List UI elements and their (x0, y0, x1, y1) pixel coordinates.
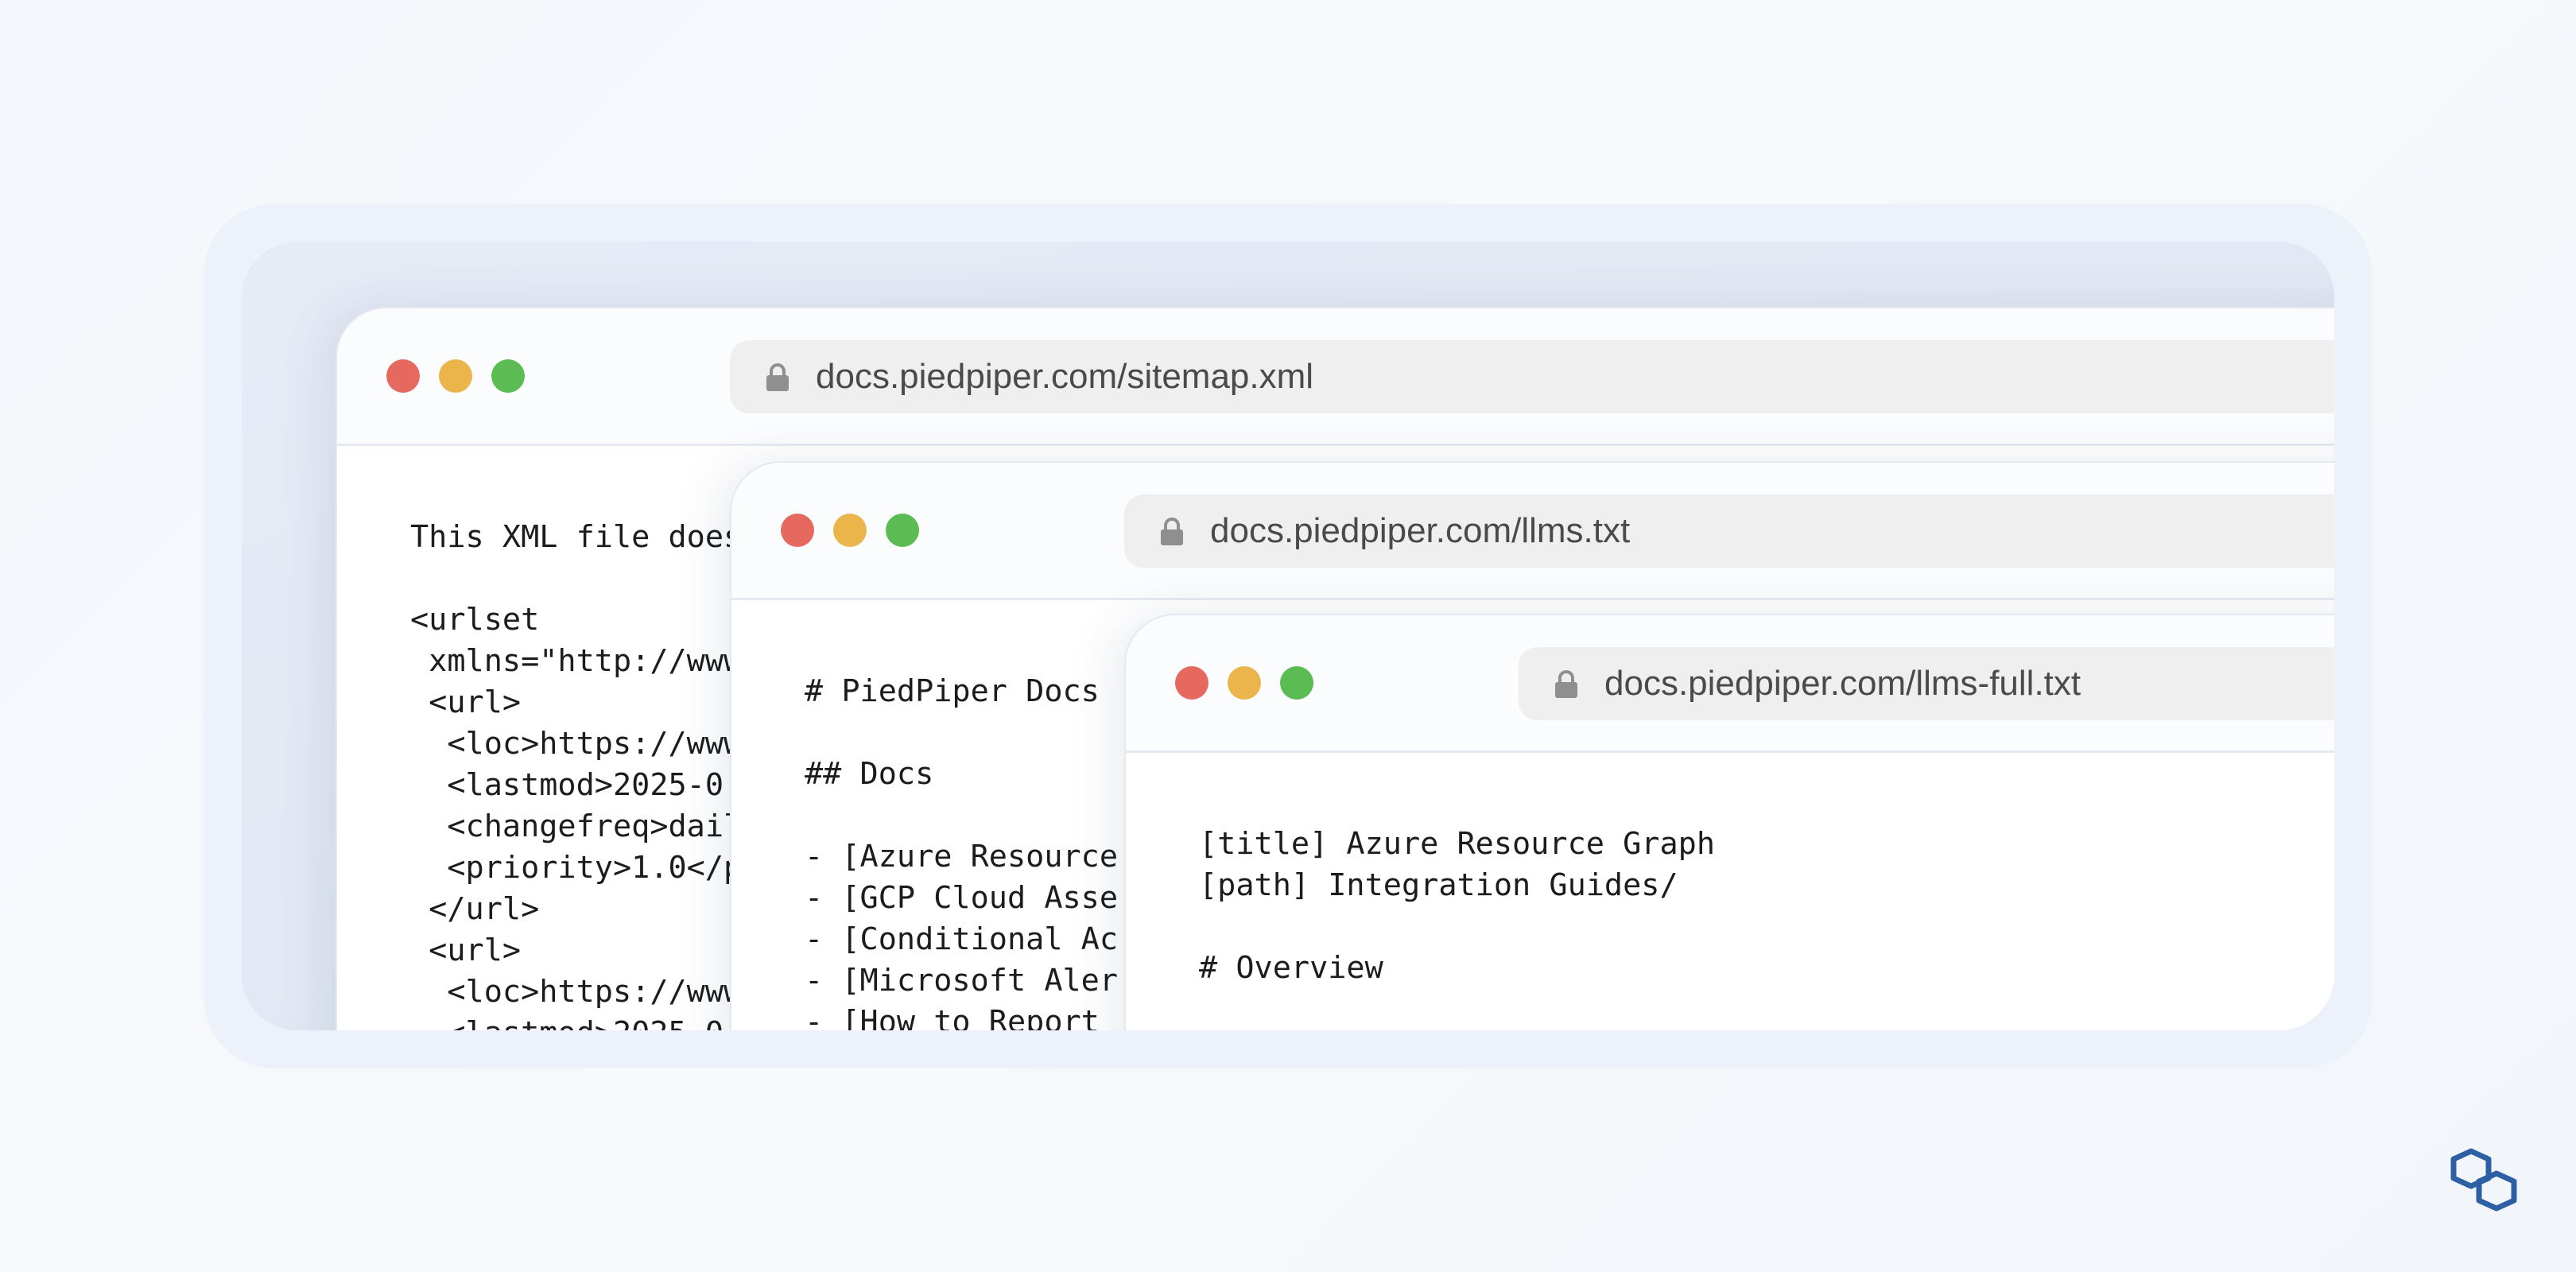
content-line: [title] Azure Resource Graph (1199, 826, 1716, 862)
lock-icon (1161, 518, 1183, 545)
address-bar[interactable]: docs.piedpiper.com/llms-full.txt (1519, 647, 2334, 720)
address-bar-url: docs.piedpiper.com/sitemap.xml (816, 357, 1314, 396)
minimize-window-button[interactable] (1228, 666, 1261, 700)
window-titlebar: docs.piedpiper.com/llms-full.txt (1126, 615, 2334, 753)
content-line: # Overview (1199, 950, 1383, 986)
maximize-window-button[interactable] (491, 359, 525, 393)
address-bar[interactable]: docs.piedpiper.com/sitemap.xml (730, 340, 2334, 413)
browser-window-llms-full: docs.piedpiper.com/llms-full.txt [title]… (1124, 614, 2334, 1030)
maximize-window-button[interactable] (886, 514, 919, 547)
close-window-button[interactable] (781, 514, 814, 547)
close-window-button[interactable] (1175, 666, 1208, 700)
content-line: [path] Integration Guides/ (1199, 867, 1678, 903)
close-window-button[interactable] (386, 359, 420, 393)
minimize-window-button[interactable] (439, 359, 472, 393)
address-bar-url: docs.piedpiper.com/llms-full.txt (1604, 664, 2081, 703)
content-line (1199, 906, 2334, 948)
page-content: [title] Azure Resource Graph [path] Integ… (1199, 824, 2334, 1030)
minimize-window-button[interactable] (833, 514, 867, 547)
address-bar[interactable]: docs.piedpiper.com/llms.txt (1124, 494, 2334, 568)
browser-stack-frame: docs.piedpiper.com/sitemap.xml This XML … (242, 242, 2334, 1030)
window-titlebar: docs.piedpiper.com/llms.txt (731, 463, 2334, 600)
lock-icon (1555, 670, 1577, 698)
window-titlebar: docs.piedpiper.com/sitemap.xml (337, 308, 2334, 446)
maximize-window-button[interactable] (1280, 666, 1313, 700)
address-bar-url: docs.piedpiper.com/llms.txt (1210, 511, 1631, 550)
lock-icon (766, 363, 789, 391)
brand-logo-icon (2450, 1148, 2517, 1212)
